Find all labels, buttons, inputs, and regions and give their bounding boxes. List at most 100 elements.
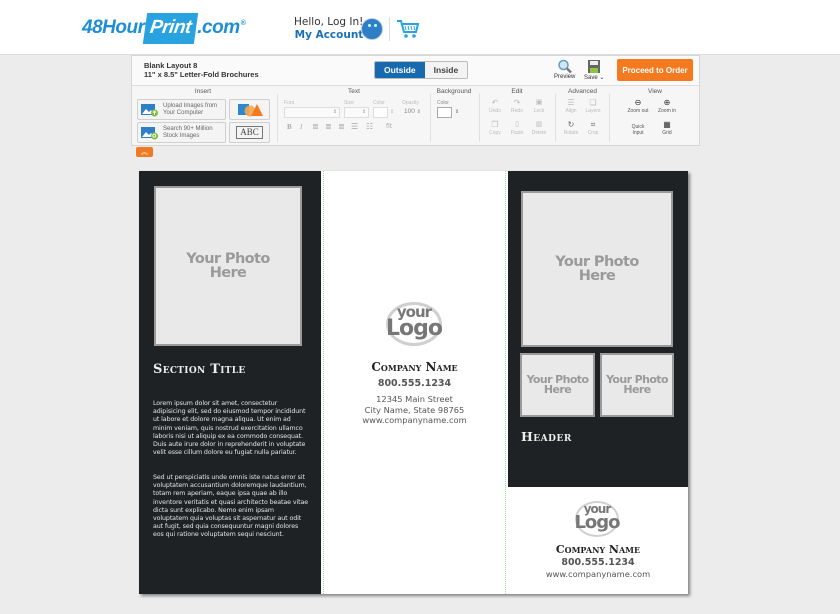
copy-button[interactable]: ❐ Copy [484, 120, 506, 136]
insert-group-title: Insert [194, 88, 212, 95]
chevron-double-up-icon: ︽ [141, 148, 148, 156]
delete-button[interactable]: ▥ Delete [528, 120, 550, 136]
zoom-in-icon: ⊕ [663, 98, 671, 107]
my-account-link[interactable]: My Account [294, 29, 364, 41]
proceed-to-order-button[interactable]: Proceed to Order [617, 59, 693, 81]
size-select-spinner-icon: ⇕ [361, 109, 366, 115]
panel-header[interactable]: Header [521, 429, 572, 444]
align-right-icon[interactable]: ≣ [338, 122, 345, 131]
trash-icon: ▥ [535, 121, 543, 128]
font-select[interactable]: ⇕ [284, 107, 340, 118]
magnifier-icon [557, 59, 572, 74]
search-stock-images-button[interactable]: Search 90+ Million Stock Images [137, 122, 226, 143]
collapse-toolbar-button[interactable]: ︽ [136, 147, 153, 157]
website-line: www.companyname.com [362, 415, 467, 425]
right-panel[interactable]: Your Photo Here Your Photo Here Your Photo… [508, 171, 688, 594]
editor-header: Blank Layout 8 11" x 8.5" Letter-Fold Br… [132, 56, 699, 86]
address-line: 12345 Main Street [376, 394, 453, 404]
tab-inside[interactable]: Inside [424, 62, 468, 78]
company-name[interactable]: Company Name [321, 360, 508, 374]
upload-images-button[interactable]: Upload Images from Your Computer [137, 99, 226, 120]
middle-panel[interactable]: your Logo Company Name 800.555.1234 1234… [321, 171, 508, 594]
photo-placeholder-small[interactable]: Your Photo Here [520, 353, 595, 417]
crop-button[interactable]: ⌗ Crop [582, 120, 604, 136]
section-title[interactable]: Section Title [153, 362, 246, 377]
floppy-disk-icon [588, 60, 601, 73]
insert-shapes-button[interactable] [229, 99, 270, 120]
grid-button[interactable]: ▦ Grid [654, 120, 680, 136]
redo-button[interactable]: ↷ Redo [506, 98, 528, 114]
logo-suffix: .com [197, 17, 240, 38]
background-color-swatch[interactable] [437, 107, 452, 118]
align-left-icon[interactable]: ≣ [312, 122, 319, 131]
site-header: 48Hour Print .com ® Hello, Log In! My Ac… [0, 0, 840, 55]
preview-label: Preview [554, 74, 576, 80]
company-phone[interactable]: 800.555.1234 [508, 557, 688, 568]
opacity-select[interactable]: 100 ⇕ [402, 107, 424, 118]
rotate-button[interactable]: ↻ Rotate [560, 120, 582, 136]
company-phone[interactable]: 800.555.1234 [321, 378, 508, 389]
layout-info: Blank Layout 8 11" x 8.5" Letter-Fold Br… [144, 61, 259, 79]
greeting-link[interactable]: Hello, Log In! [294, 16, 363, 28]
body-paragraph-1[interactable]: Lorem ipsum dolor sit amet, consectetur … [153, 400, 309, 457]
body-paragraph-2[interactable]: Sed ut perspiciatis unde omnis iste natu… [153, 474, 309, 540]
crop-label: Crop [587, 130, 599, 136]
company-address[interactable]: 12345 Main Street City Name, State 98765… [321, 394, 508, 426]
photo-text-line2: Here [623, 383, 651, 396]
preview-button[interactable]: Preview [554, 59, 575, 80]
save-button[interactable]: Save ⌄ [584, 59, 604, 81]
tab-outside[interactable]: Outside [375, 62, 425, 78]
shapes-icon [237, 103, 263, 116]
photo-placeholder[interactable]: Your Photo Here [521, 191, 673, 347]
lock-button[interactable]: ▣ Lock [528, 98, 550, 114]
redo-label: Redo [511, 108, 523, 114]
photo-placeholder-small[interactable]: Your Photo Here [600, 353, 674, 417]
text-color-spinner-icon[interactable]: ⇕ [390, 109, 394, 115]
view-group: View [610, 87, 700, 145]
background-color-spinner-icon[interactable]: ⇕ [455, 109, 459, 115]
bold-button[interactable]: B [287, 123, 292, 131]
cart-icon[interactable] [396, 18, 420, 40]
company-logo-placeholder[interactable]: your Logo [573, 501, 621, 537]
bullet-list-icon[interactable]: ☰ [351, 122, 358, 131]
site-logo[interactable]: 48Hour Print .com ® [82, 12, 246, 44]
view-group-title: View [648, 88, 662, 95]
zoom-in-button[interactable]: ⊕ Zoom in [654, 98, 680, 114]
italic-button[interactable]: I [300, 123, 302, 131]
delete-label: Delete [531, 130, 547, 136]
layers-label: Layers [585, 108, 601, 114]
text-color-swatch[interactable] [373, 107, 388, 118]
opacity-value: 100 [404, 108, 415, 115]
insert-text-button[interactable]: ABC [229, 122, 270, 143]
company-website[interactable]: www.companyname.com [508, 569, 688, 580]
rotate-icon: ↻ [567, 120, 575, 129]
mascot-avatar-icon[interactable] [361, 18, 383, 40]
align-button[interactable]: ☰ Align [560, 98, 582, 114]
lock-label: Lock [533, 108, 545, 114]
logo-prefix: 48Hour [82, 17, 145, 38]
search-label-line2: Stock Images [163, 132, 200, 139]
company-logo-placeholder[interactable]: your Logo [384, 302, 444, 346]
photo-text-line2: Here [209, 265, 247, 281]
align-center-icon[interactable]: ≣ [325, 122, 332, 131]
layout-size: 11" x 8.5" Letter-Fold Brochures [144, 70, 259, 79]
zoom-out-button[interactable]: ⊖ Zoom out [625, 98, 651, 114]
left-panel[interactable]: Your Photo Here Section Title Lorem ipsum… [139, 171, 321, 594]
layers-icon: ❏ [589, 98, 597, 107]
zoom-out-icon: ⊖ [634, 98, 642, 107]
opacity-label: Opacity [402, 100, 419, 106]
brochure-canvas[interactable]: Your Photo Here Section Title Lorem ipsum… [139, 171, 688, 594]
quick-input-label-2: Input [632, 130, 644, 136]
photo-text-line2: Here [543, 383, 572, 396]
numbered-list-icon[interactable]: ☷ [366, 122, 373, 131]
layers-button[interactable]: ❏ Layers [582, 98, 604, 114]
company-name[interactable]: Company Name [508, 543, 688, 556]
zoom-out-label: Zoom out [627, 108, 649, 114]
undo-button[interactable]: ↶ Undo [484, 98, 506, 114]
size-select[interactable]: ⇕ [344, 107, 369, 118]
photo-placeholder[interactable]: Your Photo Here [154, 186, 302, 346]
paste-icon: ▯ [515, 121, 519, 128]
fit-text-button[interactable]: fit [386, 123, 392, 130]
paste-button[interactable]: ▯ Paste [506, 120, 528, 136]
quick-input-button[interactable]: Quick Input [625, 124, 651, 136]
